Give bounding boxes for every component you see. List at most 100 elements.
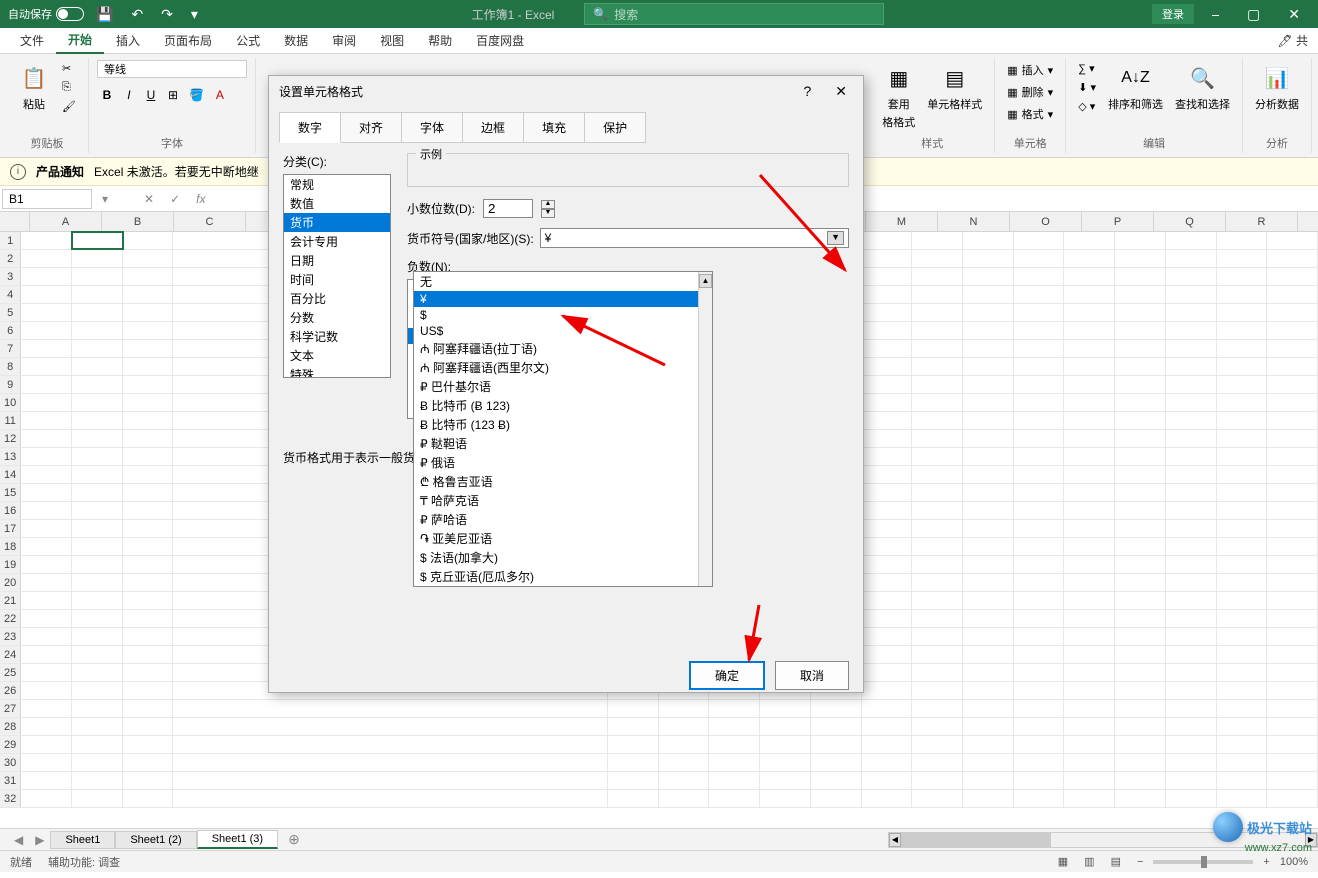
symbol-option[interactable]: ₽ 鞑靼语: [414, 434, 712, 453]
cell[interactable]: [1115, 520, 1166, 537]
row-header[interactable]: 6: [0, 322, 21, 339]
cell[interactable]: [72, 700, 123, 717]
cell[interactable]: [72, 772, 123, 789]
cell[interactable]: [1166, 250, 1217, 267]
cell[interactable]: [963, 628, 1014, 645]
row-header[interactable]: 10: [0, 394, 21, 411]
cell[interactable]: [811, 772, 862, 789]
cell[interactable]: [1217, 700, 1268, 717]
cell[interactable]: [21, 286, 72, 303]
cell[interactable]: [1064, 772, 1115, 789]
tab-data[interactable]: 数据: [272, 28, 320, 53]
cell[interactable]: [862, 628, 913, 645]
cell[interactable]: [608, 772, 659, 789]
cell[interactable]: [123, 646, 174, 663]
cell[interactable]: [1217, 682, 1268, 699]
cell[interactable]: [1014, 556, 1065, 573]
row-header[interactable]: 31: [0, 772, 21, 789]
clear-button[interactable]: ◇ ▾: [1074, 98, 1100, 115]
cell[interactable]: [1267, 322, 1318, 339]
cell[interactable]: [1166, 610, 1217, 627]
cell[interactable]: [1217, 574, 1268, 591]
cell[interactable]: [1115, 538, 1166, 555]
category-item[interactable]: 百分比: [284, 289, 390, 308]
symbol-option[interactable]: ₽ 巴什基尔语: [414, 377, 712, 396]
category-item[interactable]: 常规: [284, 175, 390, 194]
cell[interactable]: [21, 322, 72, 339]
cell[interactable]: [123, 376, 174, 393]
dialog-titlebar[interactable]: 设置单元格格式 ? ✕: [269, 76, 863, 106]
cell[interactable]: [862, 538, 913, 555]
cell[interactable]: [862, 358, 913, 375]
cell[interactable]: [1267, 430, 1318, 447]
cell[interactable]: [862, 520, 913, 537]
row-header[interactable]: 30: [0, 754, 21, 771]
cell[interactable]: [21, 250, 72, 267]
cell[interactable]: [1115, 700, 1166, 717]
dialog-help-icon[interactable]: ?: [797, 83, 817, 100]
cell[interactable]: [21, 574, 72, 591]
fx-icon[interactable]: fx: [188, 190, 213, 208]
col-Q[interactable]: Q: [1154, 212, 1226, 231]
cell[interactable]: [72, 790, 123, 807]
cell[interactable]: [862, 556, 913, 573]
cell[interactable]: [1166, 286, 1217, 303]
category-item[interactable]: 特殊: [284, 365, 390, 378]
cell[interactable]: [1217, 718, 1268, 735]
cell[interactable]: [912, 592, 963, 609]
cell[interactable]: [1115, 484, 1166, 501]
cell[interactable]: [912, 430, 963, 447]
cell[interactable]: [21, 502, 72, 519]
cell[interactable]: [862, 304, 913, 321]
cell[interactable]: [72, 754, 123, 771]
row-header[interactable]: 7: [0, 340, 21, 357]
cell[interactable]: [1014, 484, 1065, 501]
copy-button[interactable]: ⎘: [58, 79, 80, 96]
symbol-option[interactable]: ₽ 俄语: [414, 453, 712, 472]
cell[interactable]: [1267, 286, 1318, 303]
cell[interactable]: [72, 448, 123, 465]
cell[interactable]: [760, 718, 811, 735]
cell[interactable]: [963, 592, 1014, 609]
cell[interactable]: [1115, 682, 1166, 699]
row-header[interactable]: 1: [0, 232, 21, 249]
cell[interactable]: [1064, 610, 1115, 627]
cell[interactable]: [1217, 394, 1268, 411]
cell[interactable]: [1166, 682, 1217, 699]
cell[interactable]: [72, 304, 123, 321]
cell[interactable]: [912, 682, 963, 699]
cell[interactable]: [963, 574, 1014, 591]
cell[interactable]: [963, 358, 1014, 375]
cell[interactable]: [1014, 592, 1065, 609]
cell[interactable]: [21, 682, 72, 699]
cell[interactable]: [862, 466, 913, 483]
cell[interactable]: [1014, 700, 1065, 717]
cell[interactable]: [760, 790, 811, 807]
tab-baidu[interactable]: 百度网盘: [464, 28, 536, 53]
cell[interactable]: [1267, 682, 1318, 699]
row-header[interactable]: 5: [0, 304, 21, 321]
font-name-select[interactable]: [97, 60, 247, 78]
cell[interactable]: [1166, 790, 1217, 807]
cell[interactable]: [862, 484, 913, 501]
cell[interactable]: [1166, 646, 1217, 663]
cell[interactable]: [1166, 664, 1217, 681]
cancel-formula-icon[interactable]: ✕: [136, 190, 162, 208]
cell[interactable]: [72, 736, 123, 753]
cell[interactable]: [21, 718, 72, 735]
row-header[interactable]: 23: [0, 628, 21, 645]
category-item[interactable]: 时间: [284, 270, 390, 289]
cell[interactable]: [1217, 358, 1268, 375]
cell[interactable]: [1217, 250, 1268, 267]
cell[interactable]: [1014, 610, 1065, 627]
cell[interactable]: [1166, 700, 1217, 717]
cell[interactable]: [862, 430, 913, 447]
cell[interactable]: [21, 520, 72, 537]
col-C[interactable]: C: [174, 212, 246, 231]
category-item[interactable]: 分数: [284, 308, 390, 327]
cell[interactable]: [72, 628, 123, 645]
cell[interactable]: [1166, 376, 1217, 393]
ok-button[interactable]: 确定: [689, 661, 765, 690]
cell[interactable]: [123, 466, 174, 483]
cell[interactable]: [1115, 718, 1166, 735]
